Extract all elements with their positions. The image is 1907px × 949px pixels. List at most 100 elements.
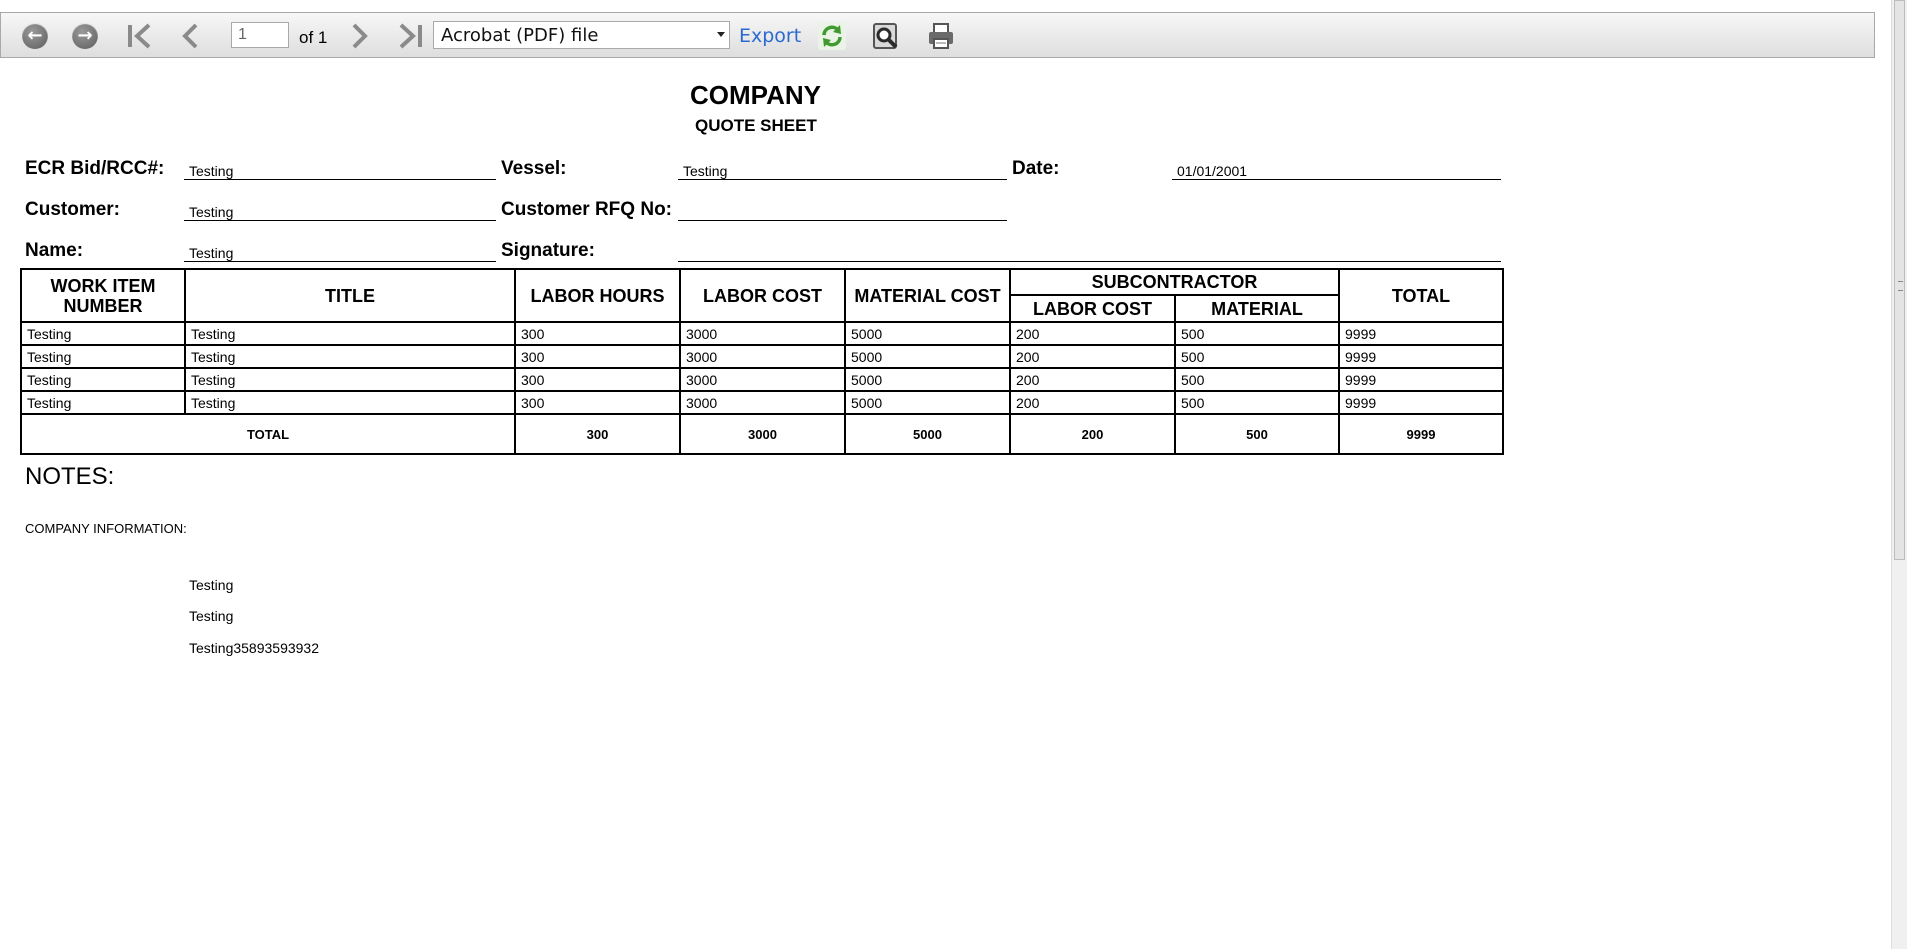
cell-sub-labor-cost: 200	[1009, 344, 1176, 369]
cell-title: Testing	[184, 367, 516, 392]
name-label: Name:	[25, 240, 84, 261]
previous-page-icon	[182, 23, 198, 49]
report-title: COMPANY	[690, 80, 821, 110]
report-subtitle: QUOTE SHEET	[695, 116, 817, 135]
cell-work-item: Testing	[20, 321, 186, 346]
total-sub-material: 500	[1173, 413, 1341, 455]
cell-material-cost: 5000	[844, 344, 1011, 369]
back-button[interactable]: ←	[22, 21, 48, 51]
header-sub-labor-cost: LABOR COST	[1009, 294, 1176, 323]
date-label: Date:	[1012, 158, 1060, 179]
find-button[interactable]	[871, 21, 901, 51]
header-total: TOTAL	[1338, 268, 1505, 323]
ecr-field: Testing	[184, 160, 496, 180]
header-subcontractor: SUBCONTRACTOR	[1008, 268, 1341, 296]
total-grand: 9999	[1338, 413, 1505, 455]
header-material-cost: MATERIAL COST	[844, 268, 1011, 323]
signature-field	[678, 242, 1501, 262]
last-page-icon	[399, 23, 422, 49]
cell-labor-cost: 3000	[679, 321, 846, 346]
cell-sub-material: 500	[1173, 367, 1341, 392]
page-count: of 1	[299, 28, 328, 47]
header-sub-material: MATERIAL	[1173, 294, 1341, 323]
header-labor-hours: LABOR HOURS	[514, 268, 681, 323]
vertical-scrollbar[interactable]	[1891, 0, 1907, 949]
cell-total: 9999	[1338, 344, 1505, 369]
table-row: Testing Testing 300 3000 5000 200 500 99…	[20, 390, 1505, 415]
header-labor-cost: LABOR COST	[679, 268, 846, 323]
cell-labor-cost: 3000	[679, 367, 846, 392]
cell-sub-material: 500	[1173, 321, 1341, 346]
customer-field: Testing	[184, 201, 496, 221]
cell-labor-cost: 3000	[679, 344, 846, 369]
total-sub-labor-cost: 200	[1009, 413, 1176, 455]
print-button[interactable]	[926, 21, 956, 51]
cell-title: Testing	[184, 390, 516, 415]
cell-sub-labor-cost: 200	[1009, 390, 1176, 415]
cell-title: Testing	[184, 321, 516, 346]
next-page-button[interactable]	[349, 21, 371, 51]
total-labor-cost: 3000	[679, 413, 846, 455]
cell-material-cost: 5000	[844, 321, 1011, 346]
vessel-field: Testing	[678, 160, 1007, 180]
customer-label: Customer:	[25, 199, 121, 220]
cell-labor-cost: 3000	[679, 390, 846, 415]
previous-page-button[interactable]	[179, 21, 201, 51]
cell-work-item: Testing	[20, 344, 186, 369]
cell-labor-hours: 300	[514, 321, 681, 346]
forward-button[interactable]: →	[72, 21, 98, 51]
cell-labor-hours: 300	[514, 390, 681, 415]
cell-sub-labor-cost: 200	[1009, 367, 1176, 392]
cell-sub-material: 500	[1173, 390, 1341, 415]
total-labor-hours: 300	[514, 413, 681, 455]
cell-labor-hours: 300	[514, 344, 681, 369]
back-arrow-icon: ←	[22, 23, 48, 49]
forward-arrow-icon: →	[72, 23, 98, 49]
find-icon	[873, 23, 898, 49]
totals-label: TOTAL	[20, 413, 516, 455]
chevron-down-icon	[717, 32, 725, 37]
cell-title: Testing	[184, 344, 516, 369]
customer-rfq-field	[678, 201, 1007, 221]
cell-sub-material: 500	[1173, 344, 1341, 369]
table-row: Testing Testing 300 3000 5000 200 500 99…	[20, 321, 1505, 346]
cell-material-cost: 5000	[844, 367, 1011, 392]
header-title: TITLE	[184, 268, 516, 323]
vessel-label: Vessel:	[501, 158, 567, 179]
company-info-line: Testing35893593932	[189, 640, 320, 656]
signature-label: Signature:	[501, 240, 595, 261]
cell-work-item: Testing	[20, 367, 186, 392]
company-info-heading: COMPANY INFORMATION:	[25, 521, 187, 536]
cell-total: 9999	[1338, 390, 1505, 415]
page-number-input[interactable]	[231, 22, 289, 48]
cell-labor-hours: 300	[514, 367, 681, 392]
print-icon	[929, 23, 953, 49]
first-page-button[interactable]	[125, 21, 155, 51]
last-page-button[interactable]	[395, 21, 425, 51]
grip-icon	[1898, 281, 1903, 291]
export-format-value: Acrobat (PDF) file	[441, 25, 599, 46]
quote-table: WORK ITEM NUMBER TITLE LABOR HOURS LABOR…	[20, 268, 1505, 455]
cell-sub-labor-cost: 200	[1009, 321, 1176, 346]
cell-total: 9999	[1338, 321, 1505, 346]
report-viewer-toolbar: ← → of 1 Acrobat (PDF) file Export	[0, 12, 1875, 58]
export-format-select[interactable]: Acrobat (PDF) file	[433, 21, 730, 49]
first-page-icon	[128, 23, 151, 49]
next-page-icon	[352, 23, 368, 49]
company-info-line: Testing	[189, 608, 234, 624]
export-link[interactable]: Export	[739, 25, 801, 47]
cell-material-cost: 5000	[844, 390, 1011, 415]
refresh-button[interactable]	[817, 21, 847, 51]
scrollbar-thumb[interactable]	[1894, 0, 1905, 560]
date-field: 01/01/2001	[1172, 160, 1501, 180]
table-row: Testing Testing 300 3000 5000 200 500 99…	[20, 367, 1505, 392]
ecr-label: ECR Bid/RCC#:	[25, 158, 165, 179]
table-row: Testing Testing 300 3000 5000 200 500 99…	[20, 344, 1505, 369]
customer-rfq-label: Customer RFQ No:	[501, 199, 672, 220]
cell-total: 9999	[1338, 367, 1505, 392]
company-info-line: Testing	[189, 577, 234, 593]
totals-row: TOTAL 300 3000 5000 200 500 9999	[20, 413, 1505, 455]
cell-work-item: Testing	[20, 390, 186, 415]
header-work-item: WORK ITEM NUMBER	[20, 268, 186, 323]
refresh-icon	[818, 22, 846, 50]
